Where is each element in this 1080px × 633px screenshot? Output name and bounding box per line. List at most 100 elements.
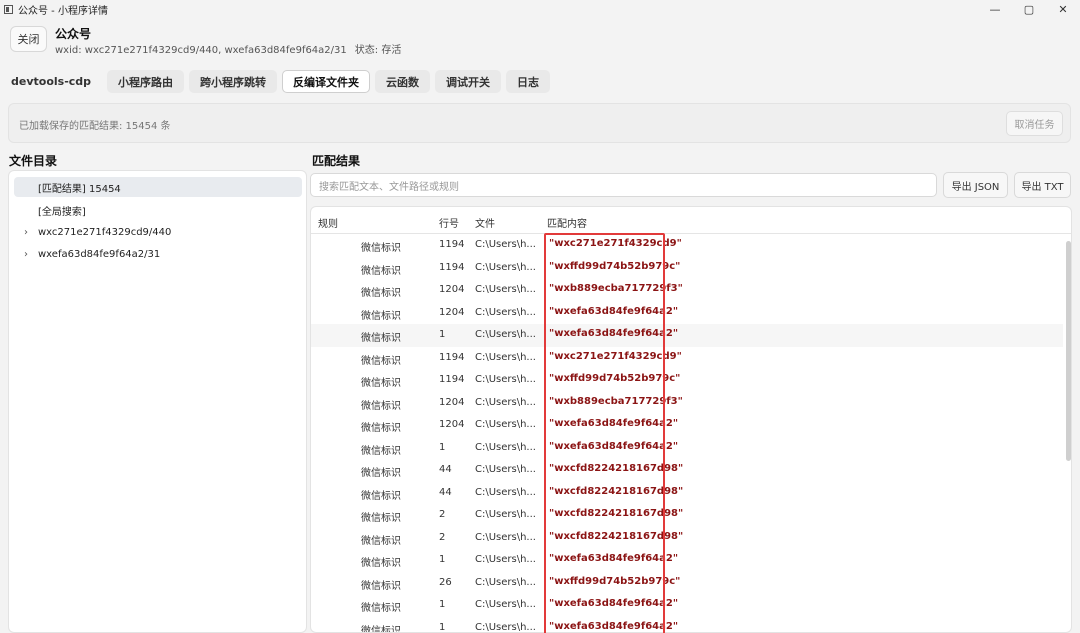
match-cell: "wxefa63d84fe9f64a2"	[549, 440, 679, 452]
line-cell: 1194	[439, 351, 465, 363]
line-cell: 1204	[439, 306, 465, 318]
table-row[interactable]: 微信标识 1 C:\Users\h... "wxefa63d84fe9f64a2"	[311, 437, 1063, 460]
loaded-results-text: 已加载保存的匹配结果: 15454 条	[19, 121, 171, 132]
tab-logs[interactable]: 日志	[506, 70, 551, 93]
match-cell: "wxefa63d84fe9f64a2"	[549, 553, 679, 564]
export-json-button[interactable]: 导出 JSON	[943, 172, 1008, 198]
tab-debug-switch[interactable]: 调试开关	[435, 70, 502, 93]
cancel-task-button[interactable]: 取消任务	[1006, 111, 1063, 136]
match-cell: "wxefa63d84fe9f64a2"	[549, 305, 679, 317]
tab-cross-miniprogram-jump[interactable]: 跨小程序跳转	[189, 70, 278, 93]
rule-cell: 微信标识	[361, 288, 401, 299]
file-cell: C:\Users\h...	[475, 374, 536, 385]
tree-item-global-search[interactable]: [全局搜索]	[14, 200, 302, 220]
table-row[interactable]: 微信标识 1194 C:\Users\h... "wxffd99d74b52b979c…	[311, 257, 1063, 280]
wxid-text: wxid: wxc271e271f4329cd9/440, wxefa63d84…	[55, 45, 347, 56]
table-header: 规则 行号 文件 匹配内容	[311, 207, 1071, 234]
file-cell: C:\Users\h...	[475, 351, 536, 363]
match-cell: "wxefa63d84fe9f64a2"	[549, 418, 679, 429]
table-row[interactable]: 微信标识 1194 C:\Users\h... "wxc271e271f4329cd9…	[311, 234, 1063, 257]
column-header-match[interactable]: 匹配内容	[547, 215, 587, 230]
app-window-icon	[4, 4, 13, 14]
rule-cell: 微信标识	[361, 625, 401, 633]
match-cell: "wxcfd8224218167d98"	[549, 463, 684, 474]
table-row[interactable]: 微信标识 2 C:\Users\h... "wxcfd8224218167d98"	[311, 527, 1063, 550]
table-row[interactable]: 微信标识 1204 C:\Users\h... "wxb889ecba717729f3…	[311, 279, 1063, 302]
table-row[interactable]: 微信标识 44 C:\Users\h... "wxcfd8224218167d98"	[311, 482, 1063, 505]
vertical-scrollbar[interactable]	[1066, 241, 1071, 461]
tab-bar: devtools-cdp 小程序路由 跨小程序跳转 反编译文件夹 云函数 调试开…	[0, 70, 555, 93]
tree-item-wxefa63d84fe9f64a2[interactable]: › wxefa63d84fe9f64a2/31	[14, 244, 302, 264]
file-cell: C:\Users\h...	[475, 576, 536, 588]
match-cell: "wxefa63d84fe9f64a2"	[549, 328, 679, 339]
results-table: 规则 行号 文件 匹配内容 微信标识 1194 C:\Users\h... "wxc2…	[310, 206, 1072, 633]
minimize-icon[interactable]: —	[978, 0, 1012, 18]
table-row[interactable]: 微信标识 2 C:\Users\h... "wxcfd8224218167d98"	[311, 504, 1063, 527]
rule-cell: 微信标识	[361, 513, 401, 524]
line-cell: 1	[439, 329, 446, 340]
tab-miniprogram-route[interactable]: 小程序路由	[107, 70, 185, 93]
column-header-rule[interactable]: 规则	[318, 215, 338, 230]
loaded-results-banner: 已加载保存的匹配结果: 15454 条 取消任务	[8, 103, 1071, 143]
tree-item-wxc271e271f4329cd9[interactable]: › wxc271e271f4329cd9/440	[14, 222, 302, 242]
table-row[interactable]: 微信标识 1 C:\Users\h... "wxefa63d84fe9f64a2"	[311, 617, 1063, 633]
line-cell: 26	[439, 576, 452, 588]
file-cell: C:\Users\h...	[475, 329, 536, 340]
rule-cell: 微信标识	[361, 535, 401, 547]
maximize-icon[interactable]: ▢	[1012, 0, 1046, 18]
tab-decompile-folder[interactable]: 反编译文件夹	[282, 70, 371, 93]
close-window-icon[interactable]: ✕	[1046, 0, 1080, 18]
match-results-title: 匹配结果	[312, 154, 361, 168]
line-cell: 1	[439, 621, 446, 633]
table-row[interactable]: 微信标识 1 C:\Users\h... "wxefa63d84fe9f64a2"	[311, 549, 1063, 572]
window-controls: — ▢ ✕	[978, 0, 1080, 18]
table-row[interactable]: 微信标识 26 C:\Users\h... "wxffd99d74b52b979c"	[311, 572, 1063, 595]
match-cell: "wxffd99d74b52b979c"	[549, 373, 681, 384]
table-row[interactable]: 微信标识 1204 C:\Users\h... "wxb889ecba717729f3…	[311, 392, 1063, 415]
table-row[interactable]: 微信标识 1 C:\Users\h... "wxefa63d84fe9f64a2"	[311, 324, 1063, 347]
column-header-line[interactable]: 行号	[439, 215, 459, 230]
column-header-file[interactable]: 文件	[475, 215, 495, 230]
line-cell: 1204	[439, 419, 465, 430]
file-cell: C:\Users\h...	[475, 464, 536, 475]
rule-cell: 微信标识	[361, 580, 401, 592]
tab-devtools-cdp[interactable]: devtools-cdp	[0, 70, 102, 93]
tree-item-match-results[interactable]: [匹配结果] 15454	[14, 177, 302, 197]
chevron-right-icon[interactable]: ›	[14, 249, 38, 260]
table-row[interactable]: 微信标识 1204 C:\Users\h... "wxefa63d84fe9f64a2…	[311, 414, 1063, 437]
rule-cell: 微信标识	[361, 445, 401, 457]
line-cell: 1194	[439, 374, 465, 385]
table-row[interactable]: 微信标识 1 C:\Users\h... "wxefa63d84fe9f64a2"	[311, 594, 1063, 617]
export-txt-button[interactable]: 导出 TXT	[1014, 172, 1071, 198]
rule-cell: 微信标识	[361, 400, 401, 412]
table-row[interactable]: 微信标识 1194 C:\Users\h... "wxc271e271f4329cd9…	[311, 347, 1063, 370]
table-row[interactable]: 微信标识 1204 C:\Users\h... "wxefa63d84fe9f64a2…	[311, 302, 1063, 325]
file-cell: C:\Users\h...	[475, 621, 536, 633]
rule-cell: 微信标识	[361, 468, 401, 479]
match-cell: "wxefa63d84fe9f64a2"	[549, 598, 679, 609]
chevron-right-icon[interactable]: ›	[14, 227, 38, 238]
line-cell: 1	[439, 554, 446, 565]
file-cell: C:\Users\h...	[475, 419, 536, 430]
line-cell: 44	[439, 486, 452, 498]
file-cell: C:\Users\h...	[475, 509, 536, 520]
rule-cell: 微信标识	[361, 243, 401, 254]
line-cell: 1	[439, 441, 446, 453]
rule-cell: 微信标识	[361, 490, 401, 502]
status-text: 状态: 存活	[354, 45, 402, 56]
table-row[interactable]: 微信标识 44 C:\Users\h... "wxcfd8224218167d98"	[311, 459, 1063, 482]
tree-item-label: [匹配结果] 15454	[38, 183, 121, 195]
file-cell: C:\Users\h...	[475, 239, 536, 250]
table-row[interactable]: 微信标识 1194 C:\Users\h... "wxffd99d74b52b979c…	[311, 369, 1063, 392]
rule-cell: 微信标识	[361, 333, 401, 344]
tab-cloud-functions[interactable]: 云函数	[375, 70, 431, 93]
search-input[interactable]: 搜索匹配文本、文件路径或规则	[310, 173, 937, 197]
tree-item-label: wxefa63d84fe9f64a2/31	[38, 248, 161, 260]
rule-cell: 微信标识	[361, 423, 401, 434]
close-button[interactable]: 关闭	[10, 26, 47, 52]
file-cell: C:\Users\h...	[475, 531, 536, 543]
line-cell: 1194	[439, 261, 465, 273]
file-cell: C:\Users\h...	[475, 441, 536, 453]
line-cell: 1204	[439, 284, 465, 295]
match-cell: "wxffd99d74b52b979c"	[549, 260, 681, 272]
